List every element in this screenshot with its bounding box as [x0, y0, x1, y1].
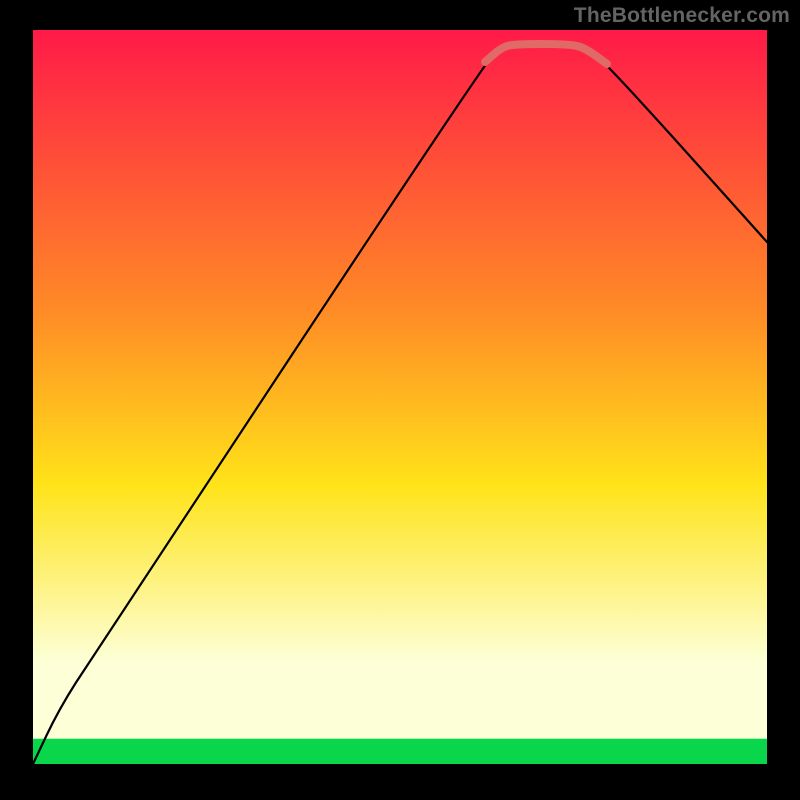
chart-svg — [33, 30, 767, 764]
chart-plot-area — [33, 30, 767, 764]
chart-background — [33, 30, 767, 764]
watermark-text: TheBottlenecker.com — [574, 4, 790, 28]
